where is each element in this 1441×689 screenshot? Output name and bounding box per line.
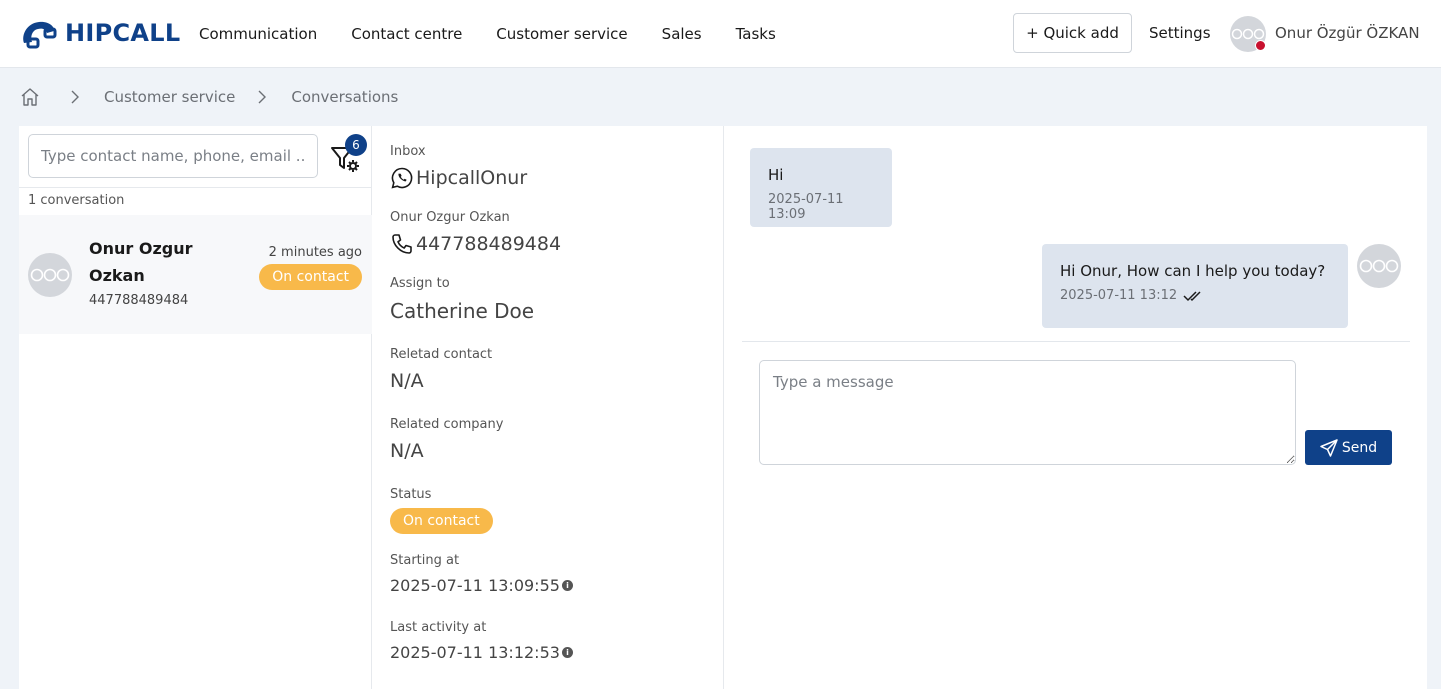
nav-sales[interactable]: Sales [662,25,702,43]
message-time: 2025-07-11 13:09 [768,192,844,222]
avatar-placeholder-icon [30,268,70,282]
conversation-list-panel: 6 1 conversation Onur Ozgur Ozkan 447788… [19,126,372,689]
filter-count-badge: 6 [345,134,367,156]
chevron-right-icon [257,90,267,104]
whatsapp-icon [391,167,413,189]
agent-avatar [1357,244,1401,288]
quick-add-button[interactable]: + Quick add [1013,13,1132,53]
conversation-time: 2 minutes ago [268,245,362,260]
user-status-dot [1255,40,1266,51]
phone-icon [392,234,412,254]
send-icon [1320,438,1338,457]
top-navigation: HIPCALL Communication Contact centre Cus… [0,0,1441,68]
contact-label: Onur Ozgur Ozkan [390,210,510,225]
user-name[interactable]: Onur Özgür ÖZKAN [1275,24,1420,42]
avatar-placeholder-icon [1231,28,1265,40]
conversation-phone: 447788489484 [89,293,189,308]
outgoing-message: Hi Onur, How can I help you today? 2025-… [1042,244,1348,328]
assign-label: Assign to [390,276,450,291]
last-activity-value: 2025-07-11 13:12:53 i [390,643,573,662]
message-input[interactable] [759,360,1296,465]
info-icon[interactable]: i [561,580,573,591]
breadcrumb: Customer service Conversations [20,86,398,108]
logo[interactable]: HIPCALL [19,17,180,49]
message-text: Hi Onur, How can I help you today? [1060,262,1326,280]
settings-link[interactable]: Settings [1149,24,1211,42]
last-activity-label: Last activity at [390,620,487,635]
nav-tasks[interactable]: Tasks [736,25,776,43]
related-company-value: N/A [390,440,424,462]
info-icon[interactable]: i [561,647,573,658]
related-contact-label: Reletad contact [390,347,493,362]
inbox-value: HipcallOnur [390,166,527,190]
contact-phone-value: 447788489484 [390,232,561,256]
logo-text: HIPCALL [65,19,181,47]
hipcall-logo-icon [23,21,57,49]
status-badge: On contact [390,508,493,534]
contact-phone[interactable]: 447788489484 [416,233,561,255]
assign-value[interactable]: Catherine Doe [390,299,534,323]
contact-search-input[interactable] [28,134,318,178]
last-activity-time: 2025-07-11 13:12:53 [390,643,560,662]
avatar-placeholder-icon [1359,259,1399,273]
nav-communication[interactable]: Communication [199,25,317,43]
contact-avatar [28,253,72,297]
breadcrumb-conversations[interactable]: Conversations [291,88,398,106]
conversation-details-panel: Inbox HipcallOnur Onur Ozgur Ozkan 44778… [372,126,724,689]
starting-at-time: 2025-07-11 13:09:55 [390,576,560,595]
message-text: Hi [768,166,784,184]
message-time: 2025-07-11 13:12 [1060,288,1178,303]
send-button[interactable]: Send [1305,430,1392,465]
conversation-status-badge: On contact [259,264,362,290]
inbox-name: HipcallOnur [416,167,528,189]
conversation-item[interactable]: Onur Ozgur Ozkan 447788489484 2 minutes … [19,215,372,334]
breadcrumb-customer-service[interactable]: Customer service [104,88,235,106]
double-check-icon [1183,290,1201,301]
starting-at-value: 2025-07-11 13:09:55 i [390,576,573,595]
conversation-contact-name: Onur Ozgur Ozkan [89,239,193,285]
send-label: Send [1341,439,1378,456]
inbox-label: Inbox [390,144,426,159]
chat-divider [742,341,1410,342]
status-label: Status [390,487,432,502]
starting-at-label: Starting at [390,553,460,568]
message-meta: 2025-07-11 13:12 [1060,288,1330,303]
incoming-message: Hi 2025-07-11 13:09 [750,148,892,227]
main-nav: Communication Contact centre Customer se… [199,0,810,68]
divider [19,187,372,188]
chat-panel: Hi 2025-07-11 13:09 Hi Onur, How can I h… [724,126,1427,689]
related-contact-value: N/A [390,370,424,392]
home-icon[interactable] [20,87,40,107]
chevron-right-icon [70,90,80,104]
nav-customer-service[interactable]: Customer service [496,25,627,43]
conversation-count: 1 conversation [28,193,125,208]
nav-contact-centre[interactable]: Contact centre [351,25,462,43]
related-company-label: Related company [390,417,504,432]
